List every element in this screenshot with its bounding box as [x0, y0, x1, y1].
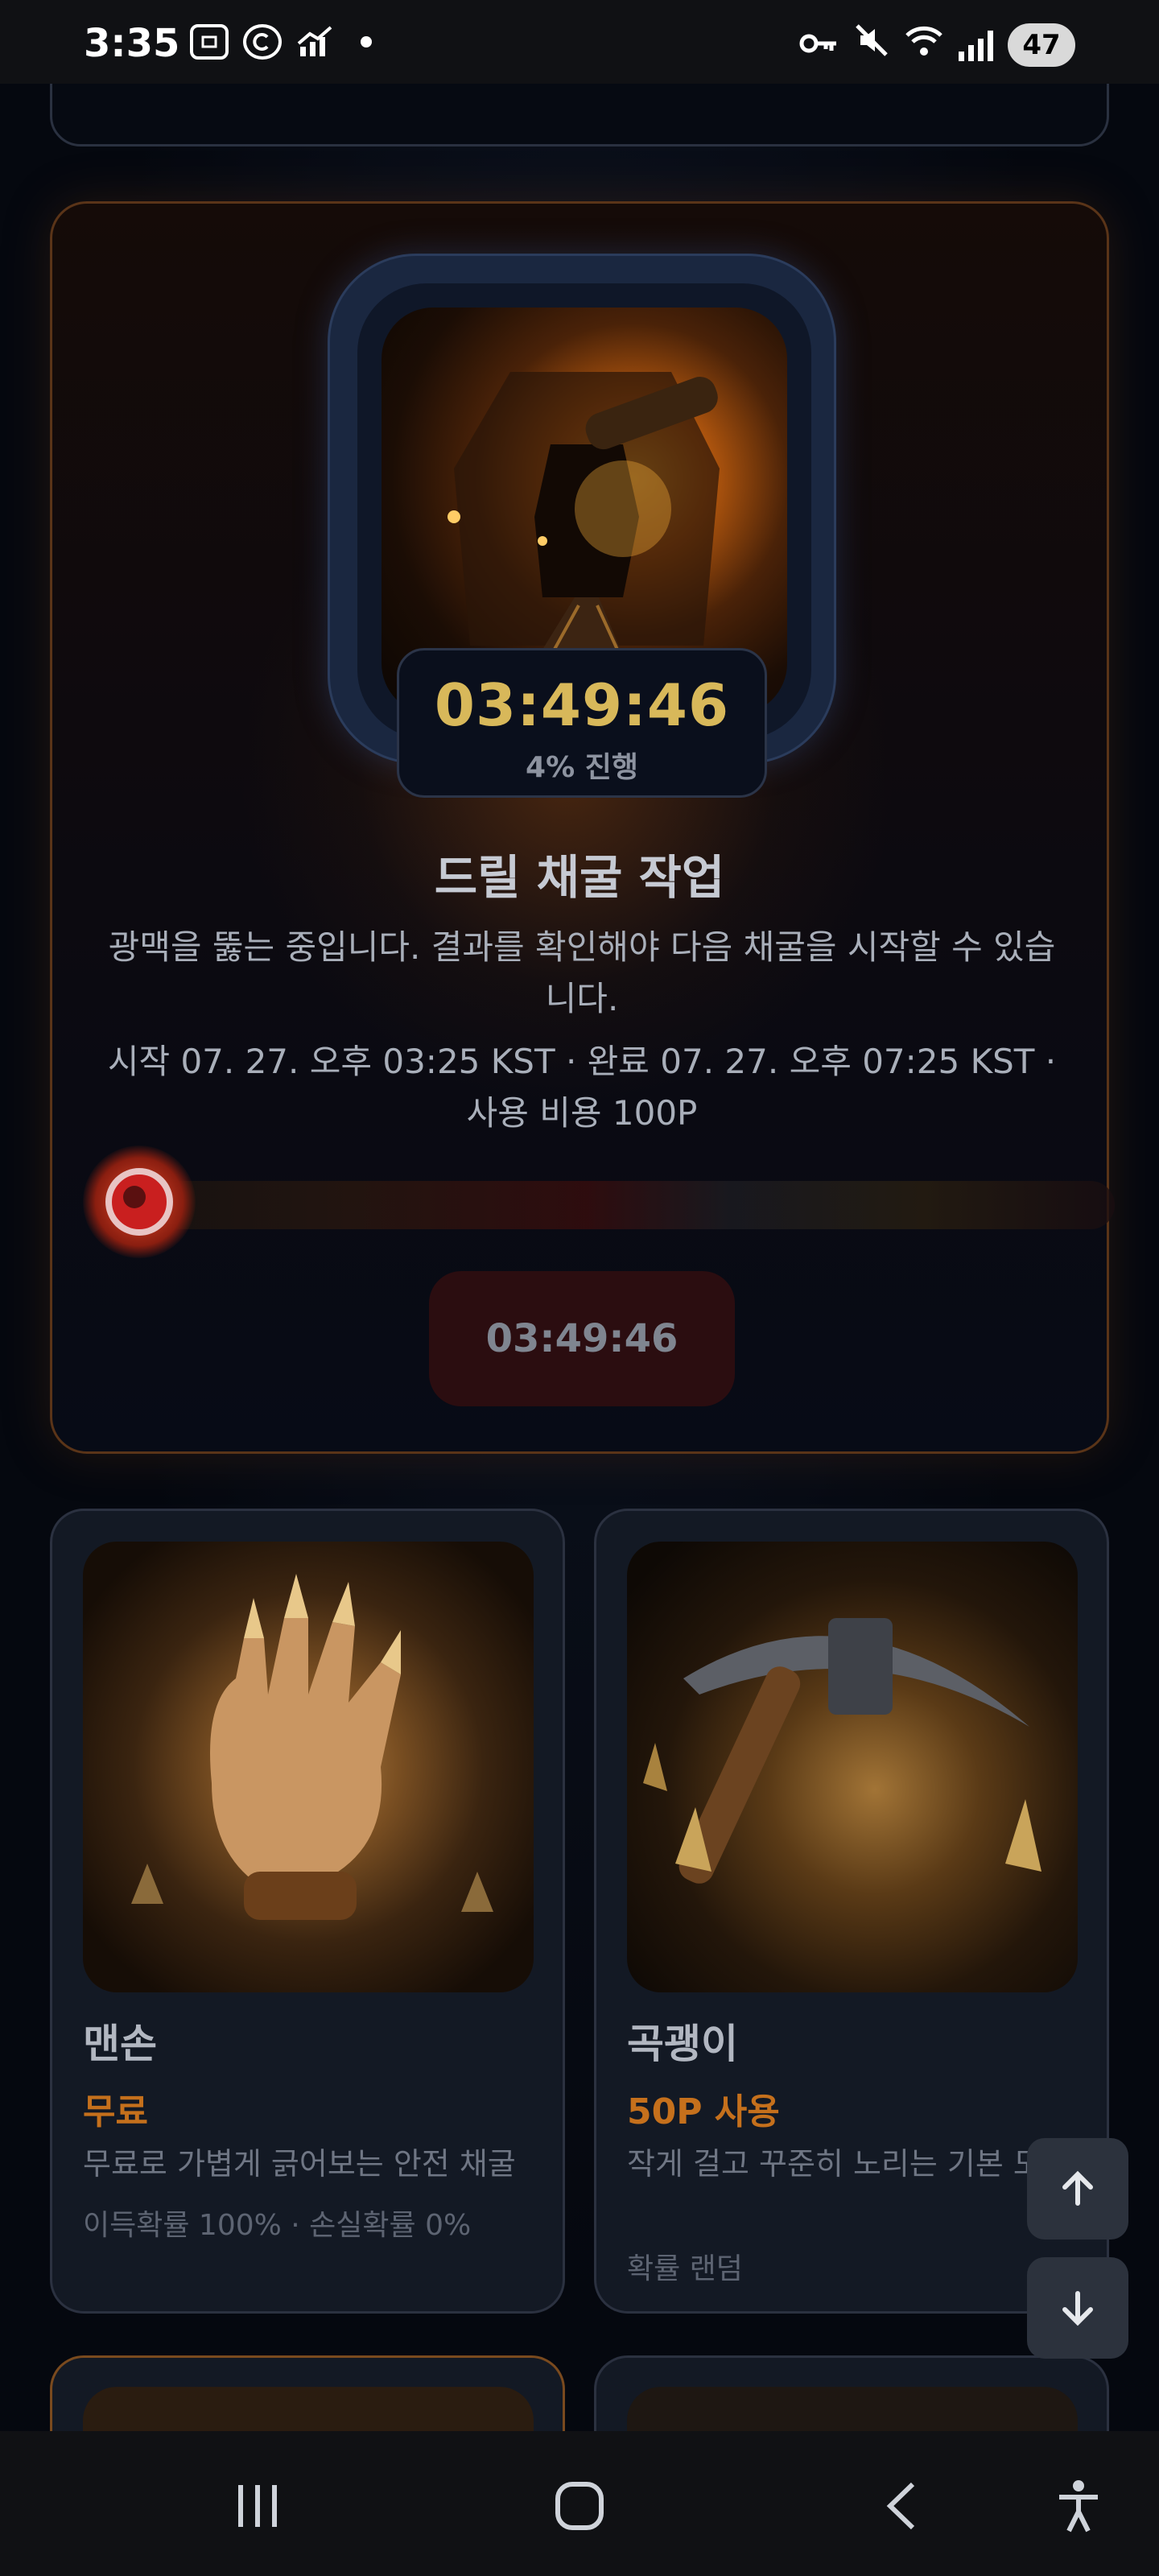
tool-description: 무료로 가볍게 긁어보는 안전 채굴 [83, 2146, 516, 2182]
signal-icon [959, 29, 993, 61]
tool-probability: 확률 랜덤 [627, 2252, 743, 2285]
accessibility-button[interactable] [1046, 2478, 1111, 2534]
status-time: 3:35 [84, 21, 180, 66]
notification-icons [190, 24, 372, 60]
home-icon [555, 2482, 604, 2530]
tool-card-bare-hands[interactable]: 맨손 무료 무료로 가볍게 긁어보는 안전 채굴 이득확률 100% · 손실확… [50, 1509, 565, 2314]
c-app-icon [243, 24, 282, 60]
home-button[interactable] [547, 2478, 612, 2534]
chart-icon [296, 24, 335, 60]
tool-name: 곡괭이 [627, 2021, 738, 2067]
glove-image [83, 1542, 534, 1992]
more-notifications-dot [361, 36, 372, 47]
accessibility-icon [1059, 2480, 1098, 2533]
countdown-timer: 03:49:46 [434, 671, 730, 739]
wifi-icon [904, 23, 944, 67]
mining-schedule-info: 시작 07. 27. 오후 03:25 KST · 완료 07. 27. 오후 … [107, 1042, 1057, 1133]
vpn-key-icon [799, 26, 839, 64]
tool-description: 작게 걸고 꾸준히 노리는 기본 도구 [627, 2146, 1070, 2182]
progress-percent: 4% 진행 [526, 751, 638, 784]
mining-status-card: 03:49:46 4% 진행 드릴 채굴 작업 광맥을 뚫는 중입니다. 결과를… [50, 201, 1115, 1454]
battery-indicator: 47 [1008, 23, 1075, 67]
arrow-up-icon [1062, 2170, 1093, 2206]
drill-icon [83, 1146, 196, 1258]
tool-name: 맨손 [83, 2021, 157, 2067]
scroll-up-button[interactable] [1027, 2138, 1128, 2240]
arrow-down-icon [1062, 2291, 1093, 2326]
status-bar: 3:35 47 [0, 0, 1159, 84]
tool-price: 50P 사용 [627, 2091, 780, 2132]
tool-probability: 이득확률 100% · 손실확률 0% [83, 2209, 472, 2242]
back-button[interactable] [869, 2478, 934, 2534]
mining-timer-button[interactable]: 03:49:46 [429, 1271, 735, 1406]
mining-description: 광맥을 뚫는 중입니다. 결과를 확인해야 다음 채굴을 시작할 수 있습니다. [108, 927, 1056, 1018]
scroll-down-button[interactable] [1027, 2257, 1128, 2359]
back-icon [886, 2482, 915, 2530]
pickaxe-image [627, 1542, 1078, 1992]
recent-apps-icon [238, 2485, 277, 2527]
drill-progress-track [157, 1181, 1115, 1229]
screenshot-icon [190, 24, 229, 60]
tool-price: 무료 [83, 2091, 148, 2132]
app-screen: 3:35 47 03:49:46 4% 진행 드릴 채굴 작업 광맥을 뚫는 중… [0, 0, 1159, 2576]
mute-icon [854, 23, 889, 67]
mining-title: 드릴 채굴 작업 [434, 850, 725, 905]
system-icons: 47 [799, 23, 1075, 67]
recent-apps-button[interactable] [225, 2478, 290, 2534]
navigation-bar [0, 2431, 1159, 2576]
countdown-box: 03:49:46 4% 진행 [397, 648, 767, 798]
